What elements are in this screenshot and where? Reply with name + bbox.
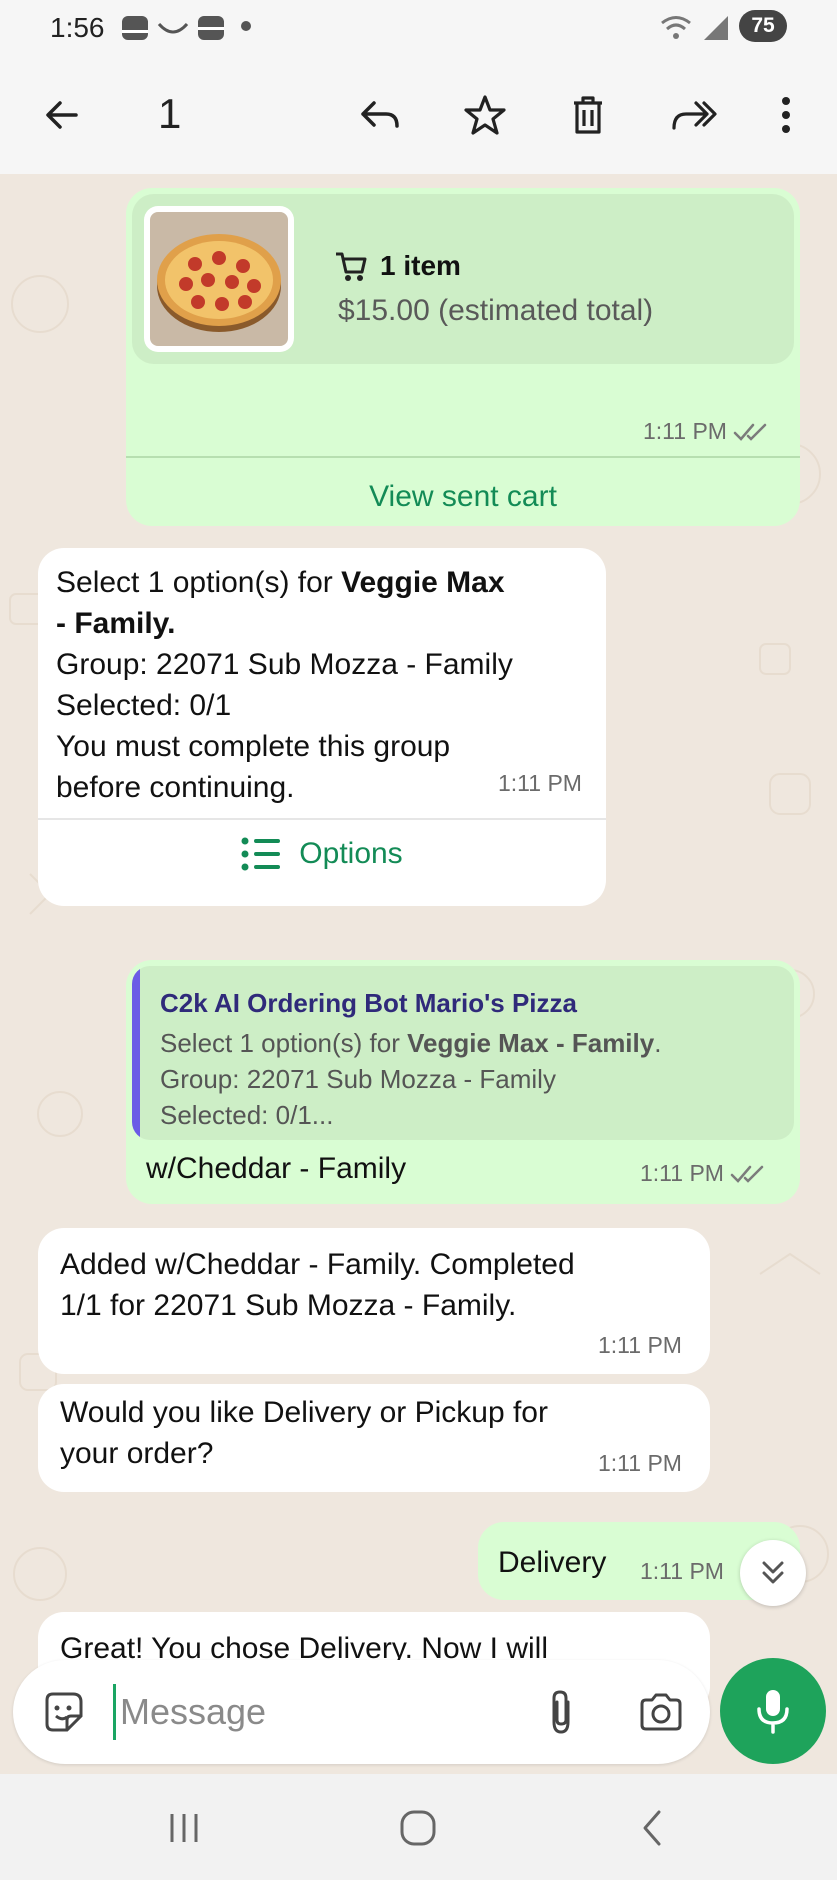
incoming-message[interactable]: Added w/Cheddar - Family. Completed 1/1 … bbox=[38, 1228, 710, 1374]
message-time: 1:11 PM bbox=[598, 1450, 682, 1476]
quote-accent-bar bbox=[132, 966, 140, 1140]
system-navigation-bar bbox=[0, 1774, 837, 1880]
forward-button[interactable] bbox=[663, 85, 723, 145]
chat-area[interactable]: 1 item $15.00 (estimated total) 1:11 PM … bbox=[0, 174, 837, 1774]
sticker-button[interactable] bbox=[37, 1686, 89, 1738]
message-text: Delivery bbox=[498, 1546, 607, 1579]
chevron-left-icon bbox=[643, 1810, 661, 1846]
options-prompt-message[interactable]: Select 1 option(s) for Veggie Max - Fami… bbox=[38, 548, 606, 906]
message-time: 1:11 PM bbox=[498, 770, 582, 796]
arrow-left-icon bbox=[46, 101, 78, 129]
message-time: 1:11 PM bbox=[598, 1332, 682, 1358]
more-options-button[interactable] bbox=[756, 85, 816, 145]
quoted-message[interactable]: C2k AI Ordering Bot Mario's Pizza Select… bbox=[132, 966, 794, 1140]
selection-toolbar: 1 bbox=[0, 56, 837, 174]
cart-item-count: 1 item bbox=[380, 250, 461, 281]
incoming-message[interactable]: Would you like Delivery or Pickup for yo… bbox=[38, 1384, 710, 1492]
wifi-icon bbox=[661, 16, 691, 39]
more-vert-icon bbox=[782, 97, 790, 133]
dot-icon bbox=[241, 21, 251, 31]
notification-icon bbox=[198, 16, 224, 40]
reply-icon bbox=[361, 101, 399, 128]
quoted-sender: C2k AI Ordering Bot Mario's Pizza bbox=[160, 988, 577, 1018]
double-check-icon bbox=[733, 423, 767, 441]
status-time: 1:56 bbox=[50, 12, 105, 43]
cart-icon bbox=[336, 252, 367, 281]
star-icon bbox=[464, 95, 506, 135]
home-button[interactable] bbox=[388, 1800, 448, 1856]
link-icon bbox=[157, 22, 189, 34]
cart-preview[interactable]: 1 item $15.00 (estimated total) bbox=[132, 194, 794, 364]
battery-indicator: 75 bbox=[739, 10, 787, 42]
message-composer bbox=[13, 1660, 710, 1764]
message-time: 1:11 PM bbox=[643, 418, 727, 444]
message-meta: 1:11 PM bbox=[643, 418, 773, 445]
message-text: Added w/Cheddar - Family. Completed 1/1 … bbox=[60, 1248, 575, 1322]
double-chevron-down-icon bbox=[762, 1561, 784, 1584]
status-bar: 1:56 75 bbox=[0, 0, 837, 56]
options-button[interactable]: Options bbox=[38, 836, 606, 872]
view-sent-cart-button[interactable]: View sent cart bbox=[126, 480, 800, 514]
quoted-line: Group: 22071 Sub Mozza - Family bbox=[160, 1064, 556, 1094]
attach-button[interactable] bbox=[535, 1686, 587, 1738]
sticker-icon bbox=[45, 1692, 83, 1732]
camera-icon bbox=[640, 1693, 682, 1731]
scroll-to-bottom-button[interactable] bbox=[740, 1540, 806, 1606]
divider bbox=[126, 456, 800, 458]
cart-title: 1 item bbox=[334, 250, 461, 282]
quoted-line: Selected: 0/1... bbox=[160, 1100, 334, 1130]
star-button[interactable] bbox=[455, 85, 515, 145]
list-icon bbox=[241, 837, 281, 871]
product-name: Veggie Max bbox=[341, 566, 505, 599]
pizza-image bbox=[144, 206, 294, 352]
forward-icon bbox=[672, 101, 717, 130]
quoted-line: Select 1 option(s) for Veggie Max - Fami… bbox=[160, 1028, 662, 1058]
double-check-icon bbox=[730, 1165, 764, 1183]
paperclip-icon bbox=[552, 1690, 570, 1734]
message-time: 1:11 PM bbox=[640, 1160, 724, 1186]
trash-icon bbox=[574, 96, 602, 134]
notification-icon bbox=[122, 16, 148, 40]
cart-total: $15.00 (estimated total) bbox=[338, 294, 654, 327]
recents-icon bbox=[170, 1814, 198, 1842]
selected-count: 1 bbox=[158, 90, 182, 137]
message-meta: 1:11 PM bbox=[640, 1160, 770, 1187]
home-icon bbox=[400, 1810, 436, 1846]
cart-message[interactable]: 1 item $15.00 (estimated total) 1:11 PM … bbox=[126, 188, 800, 526]
back-nav-button[interactable] bbox=[622, 1800, 682, 1856]
options-button-label: Options bbox=[299, 837, 403, 870]
recents-button[interactable] bbox=[154, 1800, 214, 1856]
mic-icon bbox=[757, 1690, 789, 1734]
message-time: 1:11 PM bbox=[640, 1558, 724, 1584]
reply-message[interactable]: C2k AI Ordering Bot Mario's Pizza Select… bbox=[126, 960, 800, 1204]
message-text: Would you like Delivery or Pickup for yo… bbox=[60, 1396, 548, 1470]
message-input[interactable] bbox=[113, 1684, 513, 1740]
reply-button[interactable] bbox=[350, 85, 410, 145]
reply-text: w/Cheddar - Family bbox=[146, 1152, 407, 1185]
divider bbox=[38, 818, 606, 820]
back-button[interactable] bbox=[32, 85, 92, 145]
signal-icon bbox=[704, 16, 728, 40]
camera-button[interactable] bbox=[635, 1686, 687, 1738]
voice-message-button[interactable] bbox=[720, 1658, 826, 1764]
delete-button[interactable] bbox=[558, 85, 618, 145]
